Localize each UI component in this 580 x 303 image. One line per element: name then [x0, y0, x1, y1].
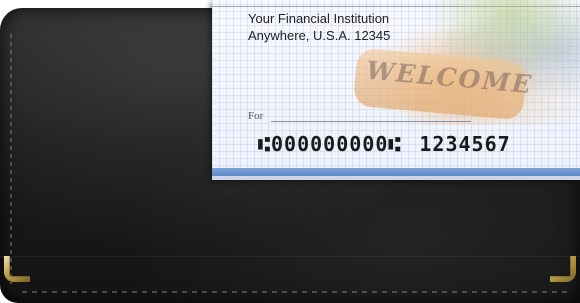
- memo-label: For: [248, 110, 264, 122]
- micr-line: ⑆000000000⑆ 1234567: [258, 132, 511, 156]
- bottom-stitching: [22, 291, 567, 293]
- micr-routing-number: ⑆000000000⑆: [258, 132, 402, 156]
- cover-fold: [0, 256, 580, 257]
- micr-account-number: 1234567: [419, 132, 511, 156]
- institution-name: Your Financial Institution: [248, 11, 390, 26]
- memo-line: [271, 121, 471, 122]
- check-bottom-stripe: [212, 168, 580, 176]
- institution-address: Anywhere, U.S.A. 12345: [248, 28, 391, 43]
- financial-institution-block: Your Financial Institution Anywhere, U.S…: [248, 10, 390, 44]
- check-bottom-edge: [212, 176, 580, 180]
- left-stitching: [10, 34, 12, 284]
- checkbook-scene: WELCOME Your Financial Institution Anywh…: [0, 0, 580, 303]
